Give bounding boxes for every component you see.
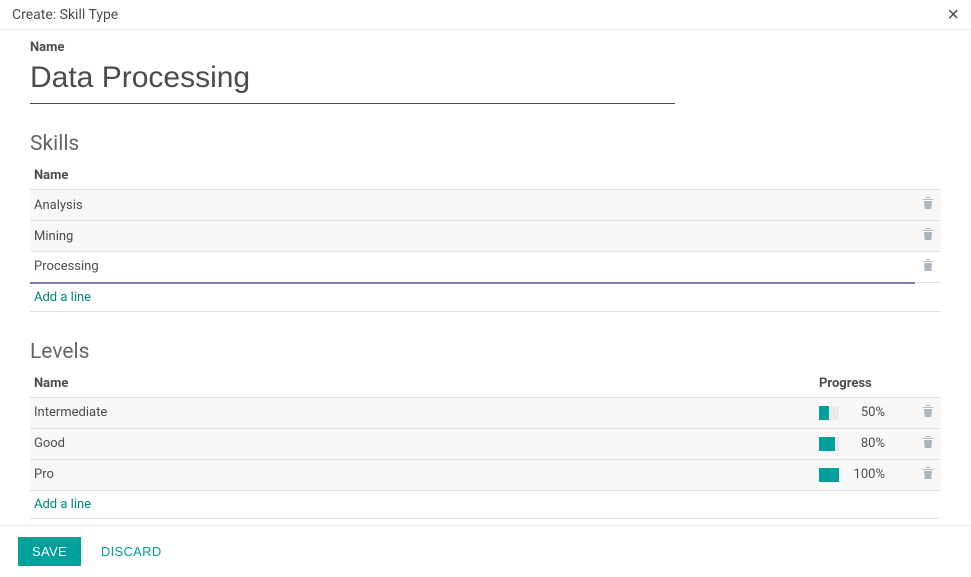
progress-text: 50% <box>845 405 885 420</box>
delete-row-button[interactable] <box>915 459 941 490</box>
levels-col-name[interactable]: Name <box>30 370 815 398</box>
modal-body[interactable]: Name Skills Name Analysis <box>0 30 971 525</box>
levels-heading: Levels <box>30 340 941 364</box>
delete-row-button[interactable] <box>915 190 941 221</box>
modal-title: Create: Skill Type <box>12 7 118 23</box>
discard-button[interactable]: Discard <box>87 537 176 566</box>
skill-name-cell[interactable]: Processing <box>30 252 915 283</box>
close-button[interactable]: × <box>947 5 959 25</box>
modal-footer: Save Discard <box>0 525 971 577</box>
progress-bar-fill <box>819 437 835 451</box>
progress-bar-fill <box>819 406 829 420</box>
trash-icon <box>922 435 934 449</box>
level-name-cell[interactable]: Intermediate <box>30 397 815 428</box>
trash-icon <box>922 404 934 418</box>
progress-bar-fill <box>819 468 839 482</box>
levels-table: Name Progress Intermediate 50% <box>30 370 941 519</box>
save-button[interactable]: Save <box>18 537 81 566</box>
delete-row-button[interactable] <box>915 252 941 283</box>
progress-text: 80% <box>845 436 885 451</box>
levels-col-progress[interactable]: Progress <box>815 370 915 398</box>
progress-bar <box>819 406 839 420</box>
skills-table: Name Analysis Mining <box>30 162 941 312</box>
name-input[interactable] <box>30 57 675 104</box>
progress-bar <box>819 468 839 482</box>
table-row[interactable]: Mining <box>30 221 941 252</box>
levels-add-line[interactable]: Add a line <box>30 490 941 518</box>
trash-icon <box>922 227 934 241</box>
skill-name-cell[interactable]: Mining <box>30 221 915 252</box>
trash-icon <box>922 258 934 272</box>
table-row[interactable]: Intermediate 50% <box>30 397 941 428</box>
delete-row-button[interactable] <box>915 428 941 459</box>
level-progress-cell[interactable]: 50% <box>815 397 915 428</box>
skills-col-name[interactable]: Name <box>30 162 915 190</box>
table-row[interactable]: Good 80% <box>30 428 941 459</box>
delete-row-button[interactable] <box>915 397 941 428</box>
level-name-cell[interactable]: Pro <box>30 459 815 490</box>
modal-header: Create: Skill Type × <box>0 0 971 30</box>
table-row[interactable]: Analysis <box>30 190 941 221</box>
delete-row-button[interactable] <box>915 221 941 252</box>
table-row[interactable]: Processing <box>30 252 941 283</box>
name-label: Name <box>30 40 941 55</box>
close-icon: × <box>947 4 959 26</box>
name-input-wrap <box>30 57 675 104</box>
skill-type-modal: Create: Skill Type × Name Skills Name An… <box>0 0 971 577</box>
level-progress-cell[interactable]: 80% <box>815 428 915 459</box>
table-row[interactable]: Pro 100% <box>30 459 941 490</box>
skill-name-cell[interactable]: Analysis <box>30 190 915 221</box>
progress-bar <box>819 437 839 451</box>
level-name-cell[interactable]: Good <box>30 428 815 459</box>
trash-icon <box>922 466 934 480</box>
progress-text: 100% <box>845 467 885 482</box>
trash-icon <box>922 196 934 210</box>
skills-add-line[interactable]: Add a line <box>30 283 941 312</box>
skills-heading: Skills <box>30 132 941 156</box>
level-progress-cell[interactable]: 100% <box>815 459 915 490</box>
